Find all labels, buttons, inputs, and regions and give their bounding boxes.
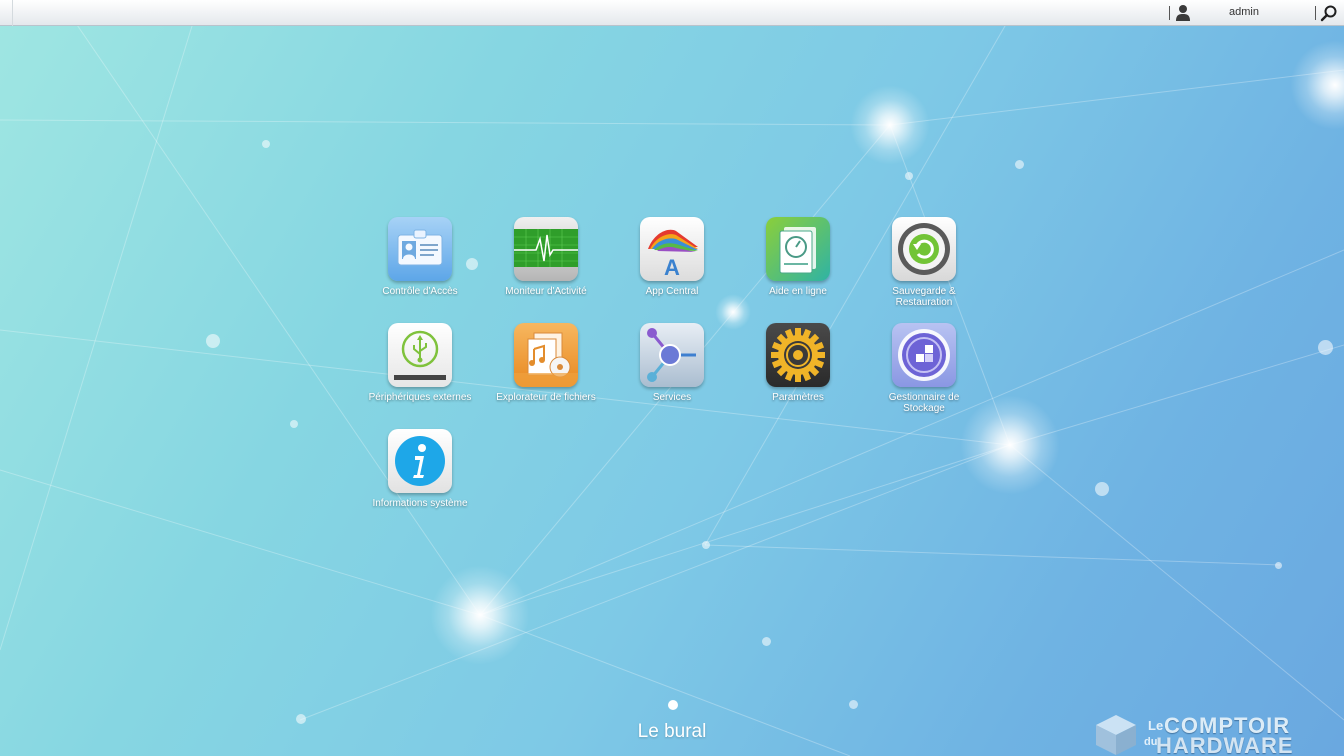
usb-drive-icon xyxy=(388,323,452,387)
light-dot xyxy=(702,541,710,549)
desktop-name: Le bural xyxy=(637,721,707,742)
light-dot xyxy=(849,700,858,709)
light-dot xyxy=(1275,562,1282,569)
light-dot xyxy=(905,172,913,180)
app-label: Services xyxy=(652,392,692,403)
top-bar-separator xyxy=(1315,6,1316,20)
light-dot xyxy=(1095,482,1109,496)
top-bar: admin xyxy=(0,0,1344,26)
app-label: Aide en ligne xyxy=(769,286,827,297)
services-network-icon xyxy=(640,323,704,387)
info-icon xyxy=(388,429,452,493)
app-external-devices[interactable]: Périphériques externes xyxy=(365,323,475,403)
top-bar-separator xyxy=(1169,6,1170,20)
username-label[interactable]: admin xyxy=(1229,6,1259,18)
search-icon[interactable] xyxy=(1320,4,1338,22)
app-label: Sauvegarde & Restauration xyxy=(892,286,956,308)
file-explorer-icon xyxy=(514,323,578,387)
app-services[interactable]: Services xyxy=(617,323,727,403)
app-central-icon: A xyxy=(640,217,704,281)
app-label: Périphériques externes xyxy=(368,392,472,403)
user-icon[interactable] xyxy=(1175,4,1191,21)
app-storage-manager[interactable]: Gestionnaire de Stockage xyxy=(869,323,979,414)
light-dot xyxy=(1318,340,1333,355)
app-label: Contrôle d'Accès xyxy=(382,286,458,297)
app-label: Gestionnaire de Stockage xyxy=(888,392,960,414)
watermark-text: HARDWARE xyxy=(1156,733,1294,756)
app-activity-monitor[interactable]: Moniteur d'Activité xyxy=(491,217,601,297)
heartbeat-monitor-icon xyxy=(514,217,578,281)
top-bar-divider xyxy=(12,0,13,26)
light-dot xyxy=(262,140,270,148)
light-dot xyxy=(296,714,306,724)
light-glow xyxy=(850,85,930,165)
light-dot xyxy=(290,420,298,428)
app-label: App Central xyxy=(645,286,699,297)
app-system-information[interactable]: Informations système xyxy=(365,429,475,509)
storage-manager-icon xyxy=(892,323,956,387)
cube-logo-icon xyxy=(1096,715,1136,755)
app-backup-restore[interactable]: Sauvegarde & Restauration xyxy=(869,217,979,308)
app-label: Paramètres xyxy=(772,392,824,403)
watermark-logo: Le du COMPTOIR HARDWARE xyxy=(1090,712,1320,756)
gear-icon xyxy=(766,323,830,387)
light-dot xyxy=(1015,160,1024,169)
app-label: Moniteur d'Activité xyxy=(505,286,587,297)
id-card-icon xyxy=(388,217,452,281)
help-book-icon xyxy=(766,217,830,281)
app-label: Informations système xyxy=(372,498,468,509)
app-file-explorer[interactable]: Explorateur de fichiers xyxy=(491,323,601,403)
app-settings[interactable]: Paramètres xyxy=(743,323,853,403)
app-app-central[interactable]: A App Central xyxy=(617,217,727,297)
svg-text:A: A xyxy=(664,255,680,280)
light-dot xyxy=(762,637,771,646)
app-label: Explorateur de fichiers xyxy=(496,392,596,403)
page-indicator-dot[interactable] xyxy=(668,700,678,710)
light-glow xyxy=(430,565,530,665)
app-online-help[interactable]: Aide en ligne xyxy=(743,217,853,297)
watermark-text: Le xyxy=(1148,718,1164,733)
backup-restore-icon xyxy=(892,217,956,281)
light-dot xyxy=(206,334,220,348)
app-access-control[interactable]: Contrôle d'Accès xyxy=(365,217,475,297)
